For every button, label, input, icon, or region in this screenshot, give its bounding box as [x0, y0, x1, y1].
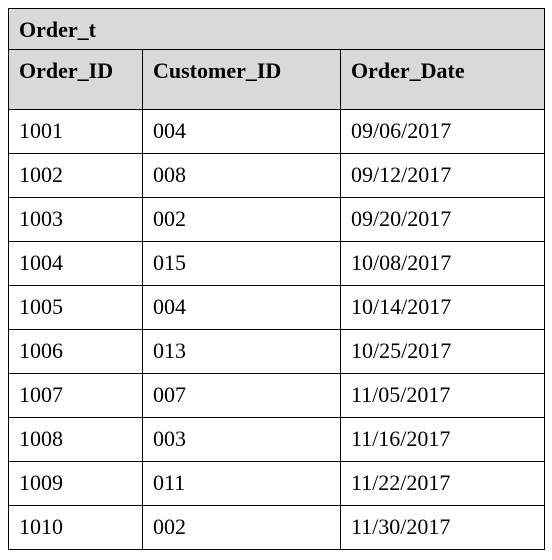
- cell-order-id: 1006: [9, 330, 143, 374]
- table-row: 1003 002 09/20/2017: [9, 198, 545, 242]
- cell-customer-id: 004: [143, 286, 341, 330]
- cell-customer-id: 015: [143, 242, 341, 286]
- cell-customer-id: 008: [143, 154, 341, 198]
- table-row: 1010 002 11/30/2017: [9, 506, 545, 550]
- cell-customer-id: 007: [143, 374, 341, 418]
- cell-order-date: 11/16/2017: [341, 418, 545, 462]
- table-body: 1001 004 09/06/2017 1002 008 09/12/2017 …: [9, 110, 545, 550]
- cell-order-date: 11/22/2017: [341, 462, 545, 506]
- cell-order-id: 1003: [9, 198, 143, 242]
- table-row: 1005 004 10/14/2017: [9, 286, 545, 330]
- cell-order-date: 11/30/2017: [341, 506, 545, 550]
- cell-order-date: 10/08/2017: [341, 242, 545, 286]
- cell-order-id: 1004: [9, 242, 143, 286]
- cell-order-id: 1002: [9, 154, 143, 198]
- cell-order-date: 11/05/2017: [341, 374, 545, 418]
- table-row: 1007 007 11/05/2017: [9, 374, 545, 418]
- table-row: 1008 003 11/16/2017: [9, 418, 545, 462]
- table-row: 1009 011 11/22/2017: [9, 462, 545, 506]
- cell-order-id: 1008: [9, 418, 143, 462]
- column-header-customer-id: Customer_ID: [143, 50, 341, 110]
- cell-customer-id: 013: [143, 330, 341, 374]
- table-row: 1001 004 09/06/2017: [9, 110, 545, 154]
- cell-customer-id: 002: [143, 198, 341, 242]
- cell-order-id: 1010: [9, 506, 143, 550]
- cell-order-date: 09/20/2017: [341, 198, 545, 242]
- cell-customer-id: 004: [143, 110, 341, 154]
- cell-order-date: 10/14/2017: [341, 286, 545, 330]
- column-header-order-date: Order_Date: [341, 50, 545, 110]
- column-header-order-id: Order_ID: [9, 50, 143, 110]
- order-table: Order_t Order_ID Customer_ID Order_Date …: [8, 8, 545, 550]
- cell-order-id: 1007: [9, 374, 143, 418]
- table-title: Order_t: [9, 9, 545, 50]
- cell-order-id: 1005: [9, 286, 143, 330]
- cell-order-date: 10/25/2017: [341, 330, 545, 374]
- table-row: 1006 013 10/25/2017: [9, 330, 545, 374]
- table-row: 1002 008 09/12/2017: [9, 154, 545, 198]
- cell-customer-id: 003: [143, 418, 341, 462]
- table-row: 1004 015 10/08/2017: [9, 242, 545, 286]
- cell-customer-id: 011: [143, 462, 341, 506]
- cell-customer-id: 002: [143, 506, 341, 550]
- cell-order-id: 1009: [9, 462, 143, 506]
- cell-order-date: 09/12/2017: [341, 154, 545, 198]
- cell-order-date: 09/06/2017: [341, 110, 545, 154]
- cell-order-id: 1001: [9, 110, 143, 154]
